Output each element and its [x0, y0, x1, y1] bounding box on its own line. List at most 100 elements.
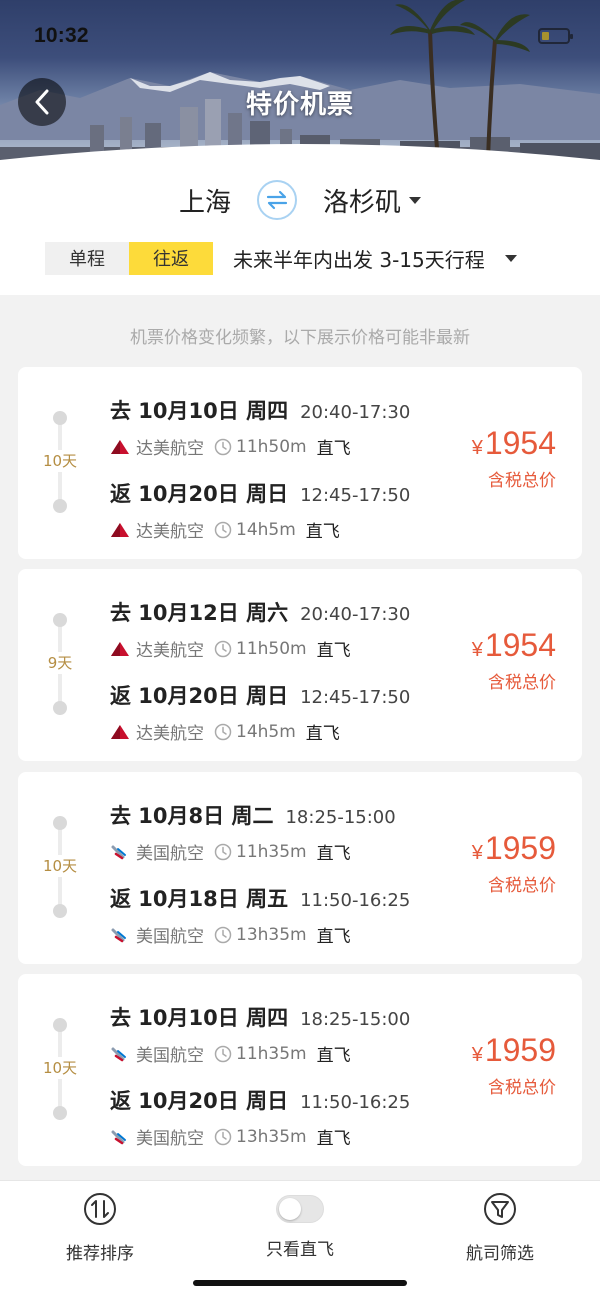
american-airlines-logo-icon: [111, 1130, 126, 1144]
flight-type: 直飞: [305, 522, 340, 542]
price-value: ¥1954: [472, 627, 556, 664]
leg-time: 11:50-16:25: [300, 890, 411, 911]
price-box: ¥1954 含税总价: [472, 627, 556, 693]
price-amount: 1954: [484, 627, 556, 663]
leg-date: 返 10月20日 周日: [110, 1089, 289, 1113]
price-notice: 机票价格变化频繁，以下展示价格可能非最新: [130, 328, 470, 348]
price-note: 含税总价: [488, 876, 556, 896]
leg-time: 18:25-15:00: [300, 1009, 411, 1030]
delta-logo-icon: [111, 641, 129, 656]
leg-time: 12:45-17:50: [300, 687, 411, 708]
direct-only-label: 只看直飞: [266, 1240, 334, 1260]
trip-days-badge: 10天: [36, 450, 84, 472]
delta-logo-icon: [111, 522, 129, 537]
clock-icon: [214, 1128, 232, 1145]
swap-arrows-icon: [266, 190, 288, 210]
route-panel: 上海 洛杉矶 单程 往返 未来半年内出发 3-15天行程: [0, 160, 600, 295]
price-value: ¥1959: [472, 1032, 556, 1069]
airline-filter-label: 航司筛选: [466, 1244, 534, 1264]
flight-type: 直飞: [316, 1046, 351, 1066]
price-box: ¥1954 含税总价: [472, 425, 556, 491]
price-note: 含税总价: [488, 673, 556, 693]
sort-label: 推荐排序: [66, 1244, 134, 1264]
flight-type: 直飞: [316, 844, 351, 864]
price-box: ¥1959 含税总价: [472, 1032, 556, 1098]
price-amount: 1959: [484, 830, 556, 866]
destination-city-label: 洛杉矶: [323, 187, 402, 218]
currency-symbol: ¥: [471, 639, 483, 661]
airline-name: 美国航空: [136, 1046, 204, 1066]
currency-symbol: ¥: [471, 437, 483, 459]
flight-type: 直飞: [316, 641, 351, 661]
flight-type: 直飞: [316, 439, 351, 459]
flight-type: 直飞: [316, 927, 351, 947]
status-bar: 10:32: [34, 22, 573, 50]
trip-days-badge: 10天: [36, 855, 84, 877]
american-airlines-logo-icon: [111, 928, 126, 942]
airline-name: 美国航空: [136, 1129, 204, 1149]
chevron-down-icon[interactable]: [504, 254, 517, 262]
toggle-switch[interactable]: [276, 1195, 324, 1223]
flight-duration: 11h50m: [236, 436, 307, 457]
flight-leg-return: 返 10月20日 周日 12:45-17:50 达美航空 14h5m 直飞: [110, 478, 470, 542]
date-range-selector[interactable]: 未来半年内出发 3-15天行程: [233, 244, 485, 273]
leg-time: 12:45-17:50: [300, 485, 411, 506]
price-amount: 1959: [484, 1032, 556, 1068]
page-title: 特价机票: [245, 90, 354, 120]
home-indicator: [193, 1280, 407, 1286]
leg-time: 18:25-15:00: [285, 807, 396, 828]
destination-city[interactable]: 洛杉矶: [323, 182, 422, 219]
leg-date: 返 10月18日 周五: [110, 887, 289, 911]
currency-symbol: ¥: [471, 1044, 483, 1066]
flight-leg-outbound: 去 10月12日 周六 20:40-17:30 达美航空 11h50m 直飞: [110, 597, 470, 661]
clock-icon: [214, 926, 232, 943]
airline-filter-button[interactable]: 航司筛选: [430, 1191, 570, 1264]
flight-leg-outbound: 去 10月10日 周四 20:40-17:30 达美航空 11h50m 直飞: [110, 395, 470, 459]
trip-days-badge: 10天: [36, 1057, 84, 1079]
american-airlines-logo-icon: [111, 1047, 126, 1061]
airline-name: 美国航空: [136, 844, 204, 864]
leg-date: 去 10月10日 周四: [110, 399, 289, 423]
airline-name: 美国航空: [136, 927, 204, 947]
tab-one-way[interactable]: 单程: [45, 241, 129, 275]
price-box: ¥1959 含税总价: [472, 830, 556, 896]
leg-date: 去 10月8日 周二: [110, 804, 274, 828]
origin-city[interactable]: 上海: [179, 182, 231, 219]
price-note: 含税总价: [488, 471, 556, 491]
leg-time: 11:50-16:25: [300, 1092, 411, 1113]
battery-icon: [538, 28, 573, 44]
clock-icon: [214, 723, 232, 740]
flight-leg-return: 返 10月20日 周日 11:50-16:25 美国航空 13h35m 直飞: [110, 1085, 470, 1149]
clock-icon: [214, 640, 232, 657]
airline-name: 达美航空: [136, 439, 204, 459]
trip-days-badge: 9天: [36, 652, 84, 674]
sort-button[interactable]: 推荐排序: [30, 1191, 170, 1264]
flight-duration: 11h35m: [236, 1043, 307, 1064]
price-amount: 1954: [484, 425, 556, 461]
airline-name: 达美航空: [136, 522, 204, 542]
flight-leg-outbound: 去 10月8日 周二 18:25-15:00 美国航空 11h35m 直飞: [110, 800, 470, 864]
flight-duration: 14h5m: [236, 721, 296, 742]
swap-cities-button[interactable]: [257, 180, 297, 220]
direct-only-toggle[interactable]: 只看直飞: [230, 1191, 370, 1260]
delta-logo-icon: [111, 724, 129, 739]
tab-round-trip[interactable]: 往返: [129, 241, 213, 275]
flight-type: 直飞: [305, 724, 340, 744]
flight-card[interactable]: 10天去 10月8日 周二 18:25-15:00 美国航空 11h35m 直飞返 10…: [18, 772, 582, 964]
flight-card[interactable]: 9天 去 10月12日 周六 20:40-17:30 达美航空 11h50m 直飞返 10…: [18, 569, 582, 761]
clock-icon: [214, 1045, 232, 1062]
flight-card[interactable]: 10天 去 10月10日 周四 20:40-17:30 达美航空 11h50m 直飞返 1…: [18, 367, 582, 559]
chevron-down-icon: [409, 196, 422, 204]
clock-icon: [214, 521, 232, 538]
price-note: 含税总价: [488, 1078, 556, 1098]
leg-date: 返 10月20日 周日: [110, 482, 289, 506]
flight-card[interactable]: 10天去 10月10日 周四 18:25-15:00 美国航空 11h35m 直飞返 1…: [18, 974, 582, 1166]
airline-name: 达美航空: [136, 724, 204, 744]
flight-leg-return: 返 10月18日 周五 11:50-16:25 美国航空 13h35m 直飞: [110, 883, 470, 947]
flight-duration: 13h35m: [236, 924, 307, 945]
leg-time: 20:40-17:30: [300, 604, 411, 625]
price-value: ¥1959: [472, 830, 556, 867]
flight-type: 直飞: [316, 1129, 351, 1149]
clock-icon: [214, 843, 232, 860]
leg-date: 去 10月10日 周四: [110, 1006, 289, 1030]
